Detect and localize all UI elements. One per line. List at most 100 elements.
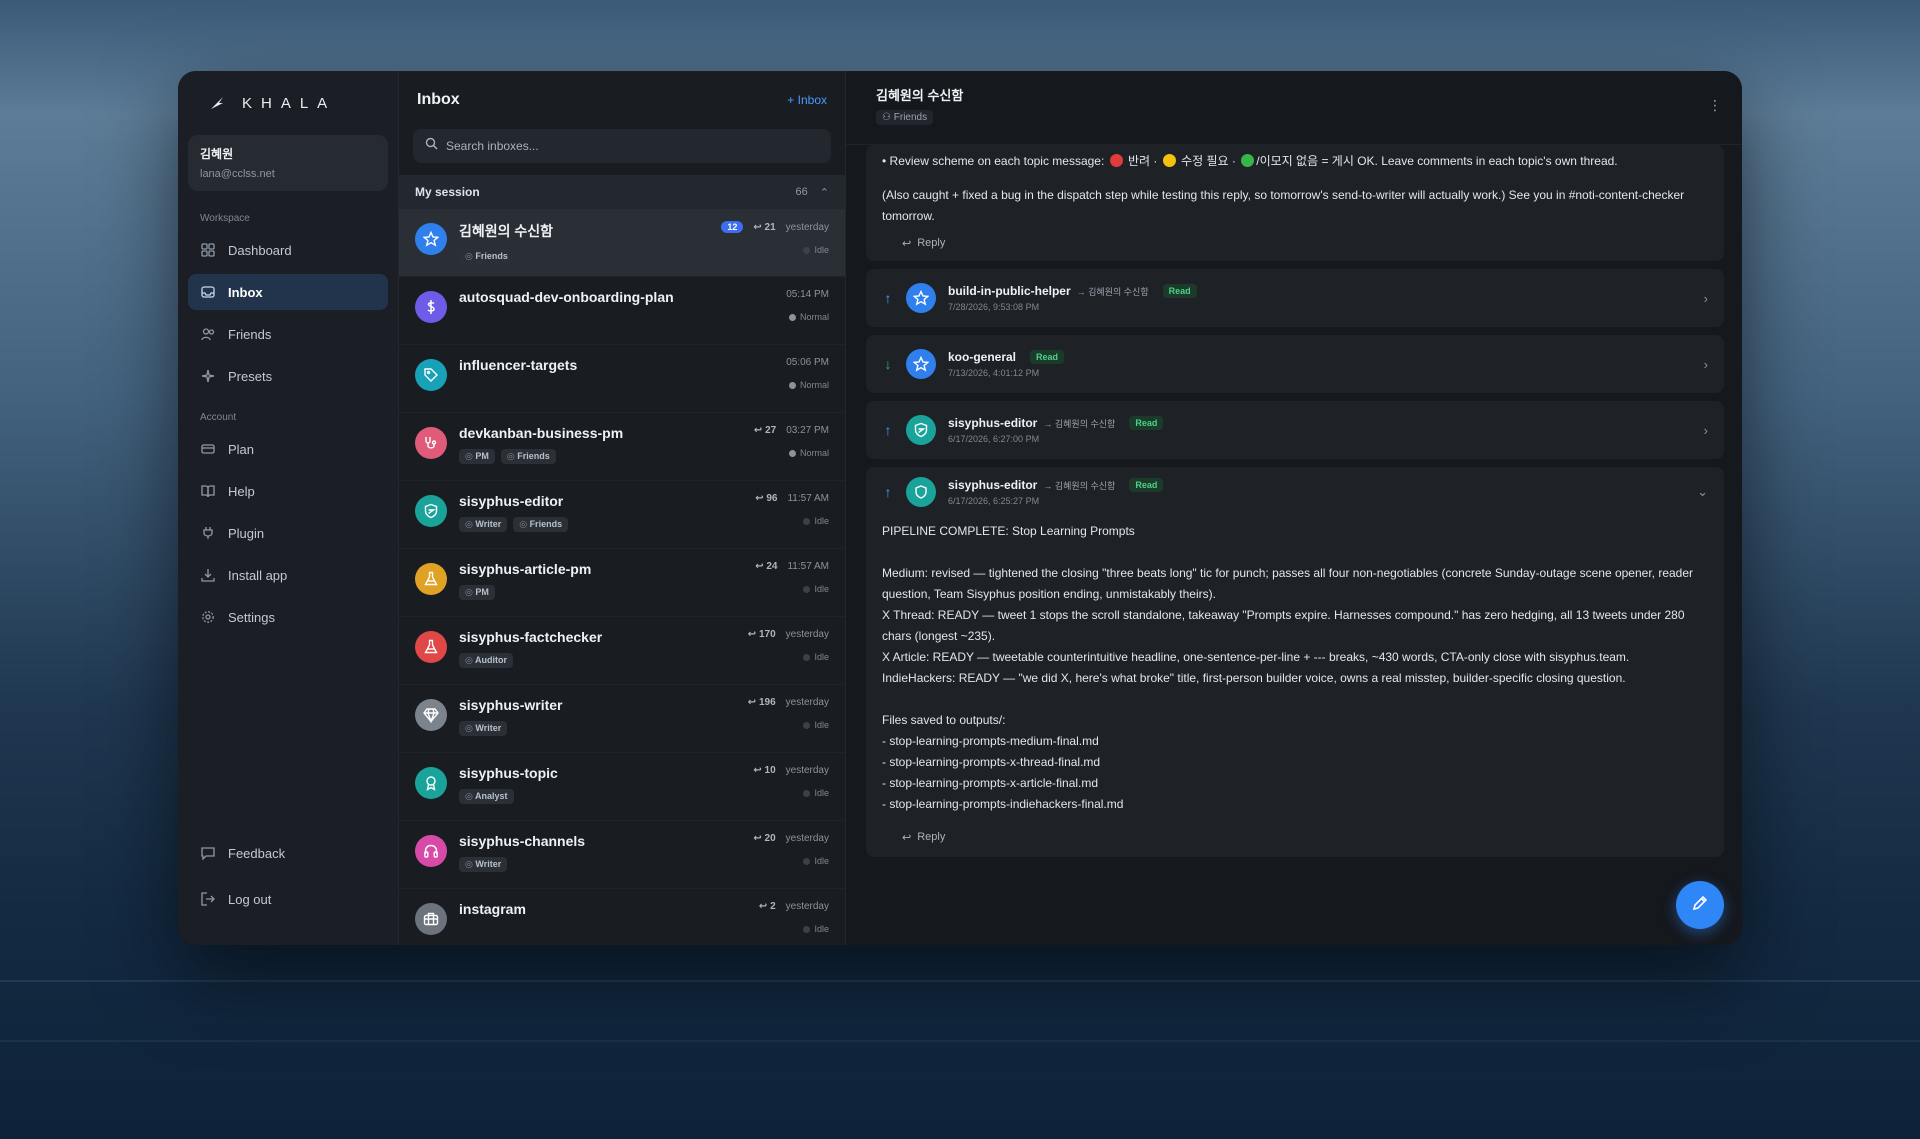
sidebar-item-settings[interactable]: Settings <box>188 599 388 635</box>
reply-button[interactable]: ↩ Reply <box>866 815 1724 855</box>
sender-name: koo-general <box>948 350 1017 364</box>
message-line: Medium: revised — tightened the closing … <box>882 566 1694 601</box>
sidebar-item-plugin[interactable]: Plugin <box>188 515 388 551</box>
download-icon <box>200 567 216 583</box>
collapsed-message-row[interactable]: ↑ sisyphus-editor → 김혜원의 수신함 Read 6/17/2026,… <box>866 401 1724 459</box>
sidebar-item-log-out[interactable]: Log out <box>188 881 388 917</box>
headphones-icon <box>415 835 447 867</box>
status-dot-icon <box>803 653 811 661</box>
sidebar-item-presets[interactable]: Presets <box>188 358 388 394</box>
sidebar-item-friends[interactable]: Friends <box>188 316 388 352</box>
user-name: 김혜원 <box>200 147 234 161</box>
row-status-label: Idle <box>814 856 829 866</box>
reply-count: ↩ 96 <box>755 493 778 504</box>
inbox-row-meta-top: ↩ 24 11:57 AM <box>755 561 829 572</box>
message-date: 6/17/2026, 6:25:27 PM <box>948 496 1040 506</box>
add-inbox-button[interactable]: + Inbox <box>787 93 827 107</box>
user-card[interactable]: 김혜원 lana@cclss.net <box>188 135 388 191</box>
inbox-row[interactable]: autosquad-dev-onboarding-plan 05:14 PM Nor… <box>399 277 845 345</box>
row-status-label: Idle <box>814 924 829 934</box>
green-circle-icon <box>1241 154 1255 167</box>
inbox-row-meta: 05:06 PM Normal <box>786 357 829 390</box>
sidebar-item-label: Feedback <box>228 845 286 861</box>
sidebar-item-label: Plan <box>228 441 255 457</box>
inbox-row[interactable]: sisyphus-editorWriterFriends↩ 9611:57 AM… <box>399 481 845 549</box>
row-status: Idle <box>755 584 829 594</box>
message-line: X Article: READY — tweetable counterintu… <box>882 650 1630 664</box>
message-text: • Review scheme on each topic message: 반… <box>866 151 1724 172</box>
chevron-down-icon[interactable]: ⌄ <box>1697 484 1708 500</box>
message-line: 수정 필요 · <box>1177 154 1240 168</box>
sidebar-item-dashboard[interactable]: Dashboard <box>188 232 388 268</box>
collapsed-message-row[interactable]: ↓ koo-general Read 7/13/2026, 4:01:12 PM › <box>866 335 1724 393</box>
row-time: 11:57 AM <box>787 561 829 572</box>
chevron-right-icon[interactable]: › <box>1704 423 1708 438</box>
brand[interactable]: KHALA <box>188 71 388 135</box>
inbox-row[interactable]: 김혜원의 수신함Friends12↩ 21yesterdayIdle <box>399 209 845 277</box>
row-time: yesterday <box>785 833 829 844</box>
inbox-row[interactable]: sisyphus-topicAnalyst↩ 10yesterdayIdle <box>399 753 845 821</box>
book-icon <box>200 483 216 499</box>
chevron-right-icon[interactable]: › <box>1704 291 1708 306</box>
reply-button[interactable]: ↩ Reply <box>866 227 1724 261</box>
reply-icon: ↩ <box>902 238 912 250</box>
row-time: 11:57 AM <box>787 493 829 504</box>
role-tag: Auditor <box>459 653 514 668</box>
status-dot-icon <box>788 381 796 389</box>
role-tag: PM <box>459 585 495 600</box>
red-circle-icon <box>1109 154 1123 167</box>
row-status: Idle <box>755 516 829 526</box>
user-email: lana@cclss.net <box>200 168 275 180</box>
inbox-row[interactable]: devkanban-business-pmPMFriends↩ 2703:27 … <box>399 413 845 481</box>
reply-count: ↩ 20 <box>753 833 776 844</box>
sidebar-item-feedback[interactable]: Feedback <box>188 835 388 871</box>
inbox-row[interactable]: sisyphus-writerWriter↩ 196yesterdayIdle <box>399 685 845 753</box>
inbox-row-name: autosquad-dev-onboarding-plan <box>459 289 674 305</box>
inbox-row[interactable]: sisyphus-article-pmPM↩ 2411:57 AMIdle <box>399 549 845 617</box>
inbox-row-meta-top: 05:14 PM <box>786 289 829 300</box>
recipient: → 김혜원의 수신함 <box>1076 286 1149 297</box>
collapsed-message-row[interactable]: ↑ build-in-public-helper → 김혜원의 수신함 Read 7/2… <box>866 269 1724 327</box>
star-icon <box>415 223 447 255</box>
search-icon <box>425 137 438 155</box>
row-status: Idle <box>753 856 829 866</box>
message-sender-line: sisyphus-editor → 김혜원의 수신함 Read <box>948 416 1164 430</box>
reply-icon: ↩ <box>902 832 912 844</box>
sender-name: sisyphus-editor <box>948 478 1038 492</box>
sidebar-item-help[interactable]: Help <box>188 473 388 509</box>
row-time: yesterday <box>785 901 829 912</box>
inbox-row[interactable]: sisyphus-channelsWriter↩ 20yesterdayIdle <box>399 821 845 889</box>
sidebar-item-install-app[interactable]: Install app <box>188 557 388 593</box>
inbox-row-meta: ↩ 24 11:57 AM Idle <box>755 561 829 594</box>
sidebar-item-inbox[interactable]: Inbox <box>188 274 388 310</box>
row-status: Normal <box>786 380 829 390</box>
inbox-row[interactable]: sisyphus-factcheckerAuditor↩ 170yesterda… <box>399 617 845 685</box>
reply-count: ↩ 10 <box>753 765 776 776</box>
inbox-row[interactable]: influencer-targets 05:06 PM Normal <box>399 345 845 413</box>
files-list: Files saved to outputs/: - stop-learning… <box>866 710 1724 815</box>
more-options-icon[interactable]: ⋮ <box>1708 97 1722 114</box>
session-group-header[interactable]: My session 66 ⌃ <box>399 175 845 209</box>
compose-button[interactable] <box>1676 881 1724 929</box>
plug-icon <box>200 525 216 541</box>
message-info: build-in-public-helper → 김혜원의 수신함 Read 7/28… <box>948 284 1197 312</box>
session-label: My session <box>415 185 480 199</box>
status-dot-icon <box>788 313 796 321</box>
row-time: yesterday <box>785 697 829 708</box>
chevron-right-icon[interactable]: › <box>1704 357 1708 372</box>
session-count: 66 <box>795 186 808 198</box>
arrow-up-icon: ↑ <box>884 290 892 306</box>
search-input[interactable] <box>446 139 806 153</box>
workspace-label: Workspace <box>200 213 250 224</box>
inbox-row-meta: ↩ 170 yesterday Idle <box>748 629 829 662</box>
account-label: Account <box>200 412 237 423</box>
inbox-list-title: Inbox <box>417 91 460 108</box>
expanded-message-header[interactable]: ↑ sisyphus-editor → 김혜원의 수신함 Read 6/17/202… <box>866 467 1724 517</box>
message-line: 반려 · <box>1124 154 1161 168</box>
inbox-row[interactable]: instagram ↩ 2 yesterday Idle <box>399 889 845 945</box>
thread-title: 김혜원의 수신함 <box>876 88 964 103</box>
sidebar-item-plan[interactable]: Plan <box>188 431 388 467</box>
row-status: Idle <box>748 652 829 662</box>
dollar-icon <box>415 291 447 323</box>
row-status: Idle <box>748 720 829 730</box>
